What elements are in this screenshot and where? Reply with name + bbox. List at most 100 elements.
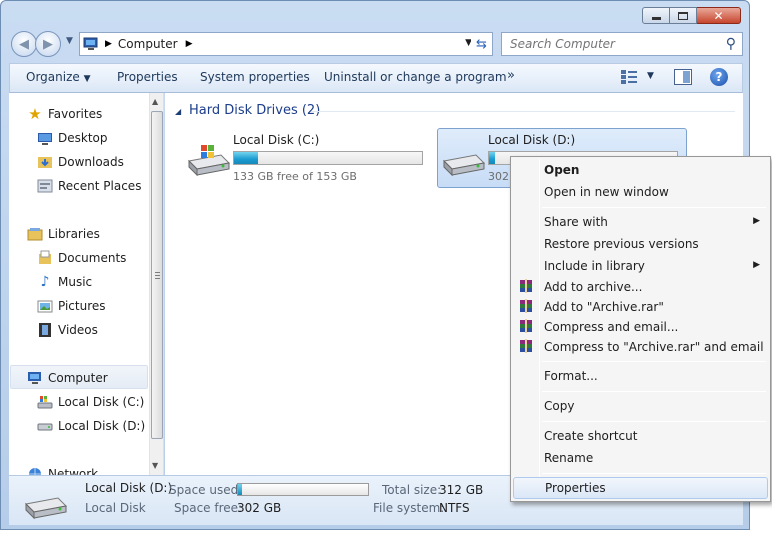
nav-music[interactable]: ♪ Music (37, 272, 93, 292)
nav-downloads-label: Downloads (58, 155, 124, 169)
submenu-arrow-icon: ▶ (753, 260, 760, 270)
address-bar[interactable]: ▶ Computer ▶ ▼ (79, 32, 477, 56)
menu-item-label: Open (544, 163, 580, 177)
system-drive-icon (187, 145, 231, 177)
menu-item-share-with[interactable]: Share with ▶ (513, 212, 768, 233)
documents-icon (39, 250, 51, 264)
details-total-size-label: Total size: (382, 483, 442, 497)
change-view-icon[interactable] (621, 70, 637, 84)
maximize-icon (678, 11, 688, 20)
preview-pane-button[interactable] (674, 69, 692, 85)
search-box[interactable]: ⚲ (501, 32, 743, 56)
details-total-size: 312 GB (439, 483, 484, 497)
recent-pages-dropdown[interactable]: ▼ (66, 36, 73, 46)
nav-favorites[interactable]: ★ Favorites (27, 104, 102, 124)
details-file-system-label: File system: (373, 501, 445, 515)
nav-scrollbar[interactable]: ▲ ▼ (149, 93, 163, 475)
nav-pictures-label: Pictures (58, 299, 106, 313)
menu-item-label: Restore previous versions (544, 237, 699, 251)
minimize-button[interactable] (642, 7, 670, 24)
nav-libraries-label: Libraries (48, 227, 100, 241)
videos-icon (39, 323, 51, 337)
nav-network-label: Network (48, 467, 99, 475)
nav-pictures[interactable]: Pictures (37, 296, 106, 316)
menu-item-rename[interactable]: Rename (513, 448, 768, 469)
nav-documents[interactable]: Documents (37, 248, 126, 268)
group-title[interactable]: Hard Disk Drives (2) (189, 103, 320, 118)
nav-recent-places[interactable]: Recent Places (37, 176, 141, 196)
nav-desktop[interactable]: Desktop (37, 128, 108, 148)
nav-videos[interactable]: Videos (37, 320, 98, 340)
scroll-up-icon[interactable]: ▲ (152, 97, 158, 106)
menu-separator (542, 361, 766, 362)
menu-item-label: Properties (545, 481, 606, 495)
menu-item-label: Include in library (544, 259, 645, 273)
menu-item-open-new-window[interactable]: Open in new window (513, 182, 768, 203)
menu-item-format[interactable]: Format... (513, 366, 768, 387)
collapse-group-icon[interactable]: ◢ (175, 107, 181, 116)
menu-item-properties[interactable]: Properties (513, 477, 768, 499)
nav-recent-label: Recent Places (58, 179, 142, 193)
maximize-button[interactable] (670, 7, 697, 24)
view-options-dropdown[interactable]: ▼ (647, 71, 654, 81)
refresh-button[interactable]: ⇆ (471, 32, 493, 56)
menu-item-include-library[interactable]: Include in library ▶ (513, 256, 768, 277)
menu-item-label: Compress to "Archive.rar" and email (544, 340, 764, 354)
nav-libraries[interactable]: Libraries (27, 224, 100, 244)
menu-item-label: Copy (544, 399, 575, 413)
nav-local-disk-c[interactable]: Local Disk (C:) (37, 392, 144, 412)
scrollbar-thumb[interactable] (151, 111, 163, 439)
search-input[interactable] (508, 34, 708, 54)
drive-item-c[interactable]: Local Disk (C:) 133 GB free of 153 GB (183, 129, 433, 189)
winrar-icon (520, 279, 532, 293)
downloads-folder-icon (38, 157, 52, 168)
system-properties-button[interactable]: System properties (200, 70, 310, 84)
details-drive-type: Local Disk (85, 501, 146, 515)
nav-downloads[interactable]: Downloads (37, 152, 124, 172)
winrar-icon (520, 339, 532, 353)
properties-button[interactable]: Properties (117, 70, 178, 84)
nav-local-disk-d[interactable]: Local Disk (D:) (37, 416, 145, 436)
uninstall-program-button[interactable]: Uninstall or change a program (324, 70, 507, 84)
search-icon[interactable]: ⚲ (726, 36, 736, 52)
help-icon[interactable]: ? (710, 68, 728, 86)
nav-network[interactable]: Network (27, 464, 98, 475)
organize-button[interactable]: Organize ▼ (26, 70, 91, 84)
organize-label: Organize (26, 70, 80, 84)
more-commands-button[interactable]: » (507, 68, 515, 83)
details-space-used-label: Space used: (169, 483, 243, 497)
pictures-icon (37, 300, 53, 313)
forward-button[interactable]: ▶ (35, 31, 61, 57)
scrollbar-grip-icon (155, 272, 160, 279)
menu-item-compress-rar-email[interactable]: Compress to "Archive.rar" and email (513, 337, 768, 358)
breadcrumb-computer[interactable]: Computer (118, 37, 178, 51)
menu-item-restore-versions[interactable]: Restore previous versions (513, 234, 768, 255)
group-divider (311, 111, 735, 112)
network-icon (29, 468, 41, 475)
menu-separator (542, 473, 766, 474)
back-button[interactable]: ◀ (11, 31, 37, 57)
details-space-free: 302 GB (237, 501, 282, 515)
menu-item-add-archive-rar[interactable]: Add to "Archive.rar" (513, 297, 768, 318)
scroll-down-icon[interactable]: ▼ (152, 461, 158, 470)
breadcrumb-separator-icon[interactable]: ▶ (186, 39, 193, 49)
breadcrumb-separator-icon[interactable]: ▶ (105, 39, 112, 49)
menu-separator (542, 391, 766, 392)
menu-item-copy[interactable]: Copy (513, 396, 768, 417)
star-icon: ★ (28, 105, 42, 123)
forward-arrow-icon: ▶ (43, 36, 53, 52)
nav-videos-label: Videos (58, 323, 98, 337)
menu-item-label: Open in new window (544, 185, 669, 199)
context-menu: Open Open in new window Share with ▶ Rest… (510, 156, 771, 502)
menu-item-open[interactable]: Open (513, 160, 768, 181)
desktop-icon (38, 133, 52, 145)
drive-free-space: 302 (488, 170, 509, 183)
command-bar: Organize ▼ Properties System properties … (9, 63, 743, 93)
close-button[interactable]: ✕ (697, 7, 741, 24)
details-usage-bar (237, 483, 369, 496)
menu-item-create-shortcut[interactable]: Create shortcut (513, 426, 768, 447)
drive-usage-fill (234, 152, 259, 164)
nav-computer[interactable]: Computer (27, 368, 108, 388)
menu-item-compress-email[interactable]: Compress and email... (513, 317, 768, 338)
menu-item-add-archive[interactable]: Add to archive... (513, 277, 768, 298)
